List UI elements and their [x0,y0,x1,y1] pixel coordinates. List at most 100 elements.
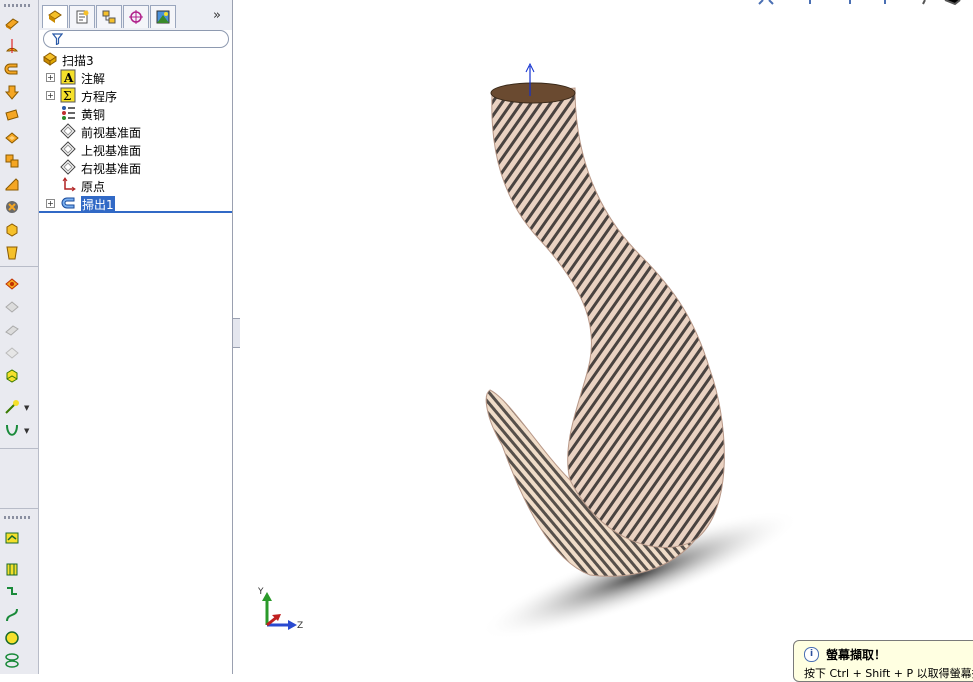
linear-pattern-button[interactable] [3,152,21,170]
sketch-icon [5,532,19,544]
svg-text:Σ: Σ [63,89,71,103]
tab-display-manager[interactable] [150,5,176,28]
expand-toggle[interactable]: + [46,91,55,100]
chevron-down-icon[interactable]: ▼ [24,427,32,435]
featuremanager-icon [48,10,62,23]
plane-icon [60,141,76,157]
tree-item-label: 原点 [81,180,106,194]
lofted-boss-button[interactable] [3,83,21,101]
rib-button[interactable] [3,175,21,193]
screen-capture-tooltip: i 螢幕擷取！ 按下 Ctrl + Shift + P 以取得螢幕擷 [793,640,973,682]
disabled-feature-icon [5,301,19,313]
tree-root-part[interactable]: 扫描3 [39,50,232,68]
tab-propertymanager[interactable] [69,5,95,28]
toolbar-separator [0,266,38,267]
disabled-feature-icon [5,347,19,359]
expand-toggle[interactable]: + [46,73,55,82]
more-tabs-chevron-icon[interactable]: » [213,8,221,23]
tree-item-sweep[interactable]: + 掃出1 [39,194,232,213]
propertymanager-icon [76,10,89,24]
tree-root-label: 扫描3 [62,54,94,68]
info-icon: i [804,647,819,662]
tree-item-label: 前视基准面 [81,126,142,140]
tooltip-body: 按下 Ctrl + Shift + P 以取得螢幕擷 [804,667,973,680]
hook-model-view[interactable] [240,0,973,674]
dimxpert-icon [129,10,143,24]
boundary-boss-button[interactable] [3,106,21,124]
part-icon [43,52,57,66]
origin-icon [62,177,76,192]
extruded-boss-button[interactable] [3,14,21,32]
tree-item-label: 上视基准面 [81,144,142,158]
instant3d-icon [5,400,19,414]
tree-item-right-plane[interactable]: 右视基准面 [39,158,232,176]
toolbar-grip[interactable] [4,516,32,519]
svg-text:A: A [63,71,74,85]
tree-item-material[interactable]: 黄铜 [39,104,232,122]
swept-boss-button[interactable] [3,60,21,78]
tree-item-label: 右视基准面 [81,162,142,176]
rollback-bar[interactable] [39,211,232,213]
tree-item-front-plane[interactable]: 前视基准面 [39,122,232,140]
tree-item-label: 黄铜 [81,108,106,122]
disabled-feature-icon [5,325,19,336]
disabled-tool-2-button[interactable] [3,321,21,339]
line-button[interactable] [3,583,21,601]
toolbar-separator [0,508,38,509]
rib-icon [5,178,19,191]
sketch-button[interactable] [3,529,21,547]
display-manager-icon [156,10,170,24]
revolved-boss-icon [6,39,18,53]
chevron-down-icon[interactable]: ▼ [24,404,32,412]
fillet-button[interactable] [3,129,21,147]
draft-icon [6,246,18,260]
graphics-area[interactable] [240,0,973,674]
circle-icon [5,631,19,645]
shell-button[interactable] [3,221,21,239]
plane-icon [60,159,76,175]
tab-featuremanager[interactable] [42,5,68,28]
tree-item-equations[interactable]: + Σ 方程序 [39,86,232,104]
feature-filter-input[interactable] [43,30,229,48]
triad-y-label: Y [257,587,264,597]
lofted-boss-icon [4,85,20,100]
sketch-curve-button[interactable] [3,421,21,439]
spline-button[interactable] [3,606,21,624]
triad-z-label: Z [297,621,303,631]
configurationmanager-icon [102,10,116,24]
disabled-tool-1-button[interactable] [3,298,21,316]
curves-button[interactable] [3,367,21,385]
filter-icon [52,33,63,45]
tree-item-annotations[interactable]: + A 注解 [39,68,232,86]
featuremanager-panel: » 扫描3 + A 注解 + Σ 方程序 黄铜 前视基准面 上视基准面 右视基准… [39,0,233,674]
material-icon [62,106,75,120]
tab-configurationmanager[interactable] [96,5,122,28]
reference-geometry-icon [5,278,19,290]
tree-item-origin[interactable]: 原点 [39,176,232,194]
draft-button[interactable] [3,244,21,262]
expand-toggle[interactable]: + [46,199,55,208]
annotations-icon: A [60,69,76,85]
heads-up-view-toolbar[interactable] [755,0,973,6]
tab-dimxpert[interactable] [123,5,149,28]
helix-icon [5,653,19,668]
circle-button[interactable] [3,629,21,647]
toolbar-grip[interactable] [4,4,32,7]
hook-top-face [490,82,576,104]
tree-item-label: 注解 [81,72,106,86]
equations-icon: Σ [60,87,76,103]
smart-dimension-button[interactable] [3,560,21,578]
curve-icon [6,424,18,436]
features-command-toolbar: ▼ ▼ [0,0,39,674]
reference-geometry-button[interactable] [3,275,21,293]
instant3d-button[interactable] [3,398,21,416]
revolved-boss-button[interactable] [3,37,21,55]
wrap-button[interactable] [3,198,21,216]
tree-item-top-plane[interactable]: 上视基准面 [39,140,232,158]
curves-icon [6,369,18,383]
helix-button[interactable] [3,652,21,670]
tooltip-title: 螢幕擷取！ [826,648,887,662]
disabled-tool-3-button[interactable] [3,344,21,362]
wrap-icon [6,201,18,213]
view-orientation-triad: Y Z [257,587,303,631]
